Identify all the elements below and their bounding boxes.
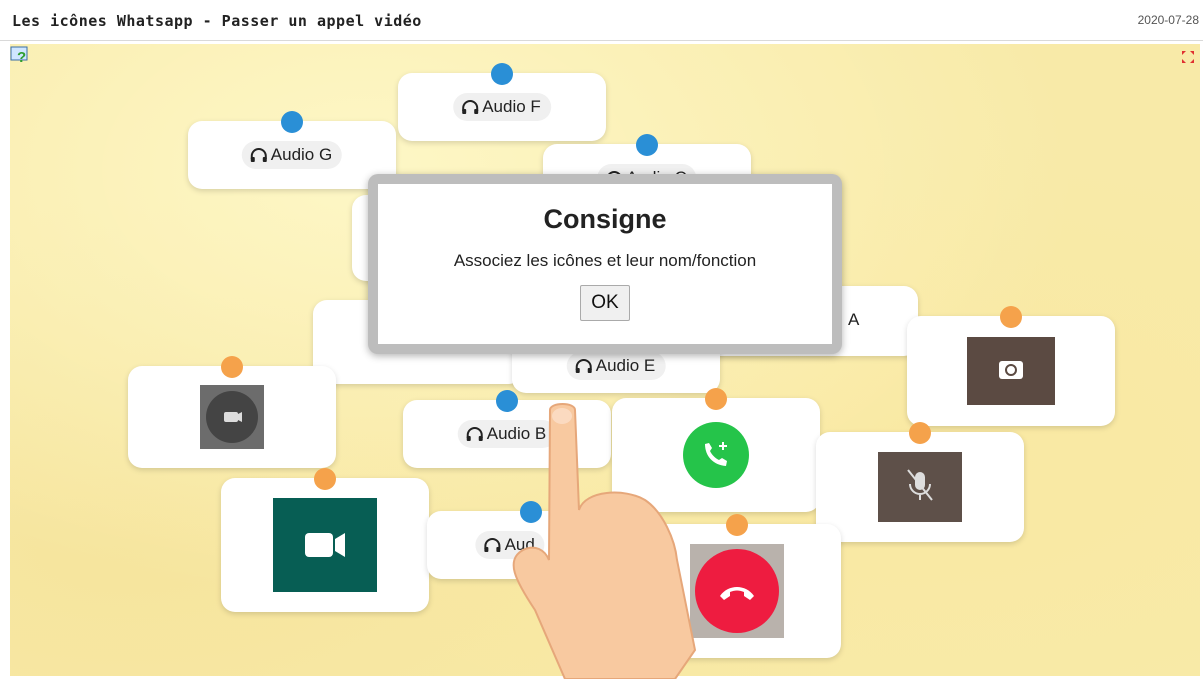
audio-button[interactable]: Audio E <box>566 352 666 381</box>
audio-label: A <box>848 310 860 329</box>
camera-off-icon <box>200 385 264 449</box>
audio-label: Audio G <box>270 145 333 164</box>
pointing-hand-icon <box>512 403 697 679</box>
icon-card[interactable] <box>221 468 429 612</box>
date-label: 2020-07-28 <box>1137 13 1199 27</box>
audio-label: Audio E <box>595 356 656 376</box>
connector-dot[interactable] <box>491 63 513 85</box>
audio-label: Audio F <box>482 97 541 116</box>
ok-button[interactable]: OK <box>580 285 630 321</box>
icon-card[interactable] <box>128 356 336 468</box>
mute-microphone-icon <box>878 452 962 522</box>
connector-dot[interactable] <box>314 468 336 490</box>
dialog-title: Consigne <box>543 204 667 234</box>
headphones-icon <box>462 100 479 114</box>
connector-dot[interactable] <box>281 111 303 133</box>
fullscreen-icon[interactable] <box>1181 50 1195 64</box>
headphones-icon <box>484 538 501 552</box>
page-title: Les icônes Whatsapp - Passer un appel vi… <box>12 12 422 30</box>
headphones-icon <box>575 359 592 374</box>
connector-dot[interactable] <box>1000 306 1022 328</box>
connector-dot[interactable] <box>636 134 658 156</box>
video-camera-icon <box>273 498 377 592</box>
headphones-icon <box>250 148 267 162</box>
connector-dot[interactable] <box>909 422 931 444</box>
help-icon[interactable]: ? <box>10 46 30 64</box>
audio-button[interactable]: Audio G <box>241 141 343 169</box>
audio-card[interactable]: Audio F <box>398 63 606 141</box>
icon-card[interactable] <box>907 306 1115 426</box>
activity-header: Les icônes Whatsapp - Passer un appel vi… <box>0 0 1203 41</box>
headphones-icon <box>466 427 483 441</box>
connector-dot[interactable] <box>705 388 727 410</box>
connector-dot[interactable] <box>726 514 748 536</box>
svg-text:?: ? <box>17 49 26 64</box>
switch-camera-icon <box>967 337 1055 405</box>
audio-button[interactable]: Audio F <box>453 93 551 121</box>
audio-card[interactable]: Audio G <box>188 111 396 189</box>
icon-card[interactable] <box>816 422 1024 542</box>
instruction-dialog: Consigne Associez les icônes et leur nom… <box>368 174 842 354</box>
connector-dot[interactable] <box>221 356 243 378</box>
dialog-text: Associez les icônes et leur nom/fonction <box>453 251 757 270</box>
dialog-body: Consigne Associez les icônes et leur nom… <box>378 184 832 344</box>
